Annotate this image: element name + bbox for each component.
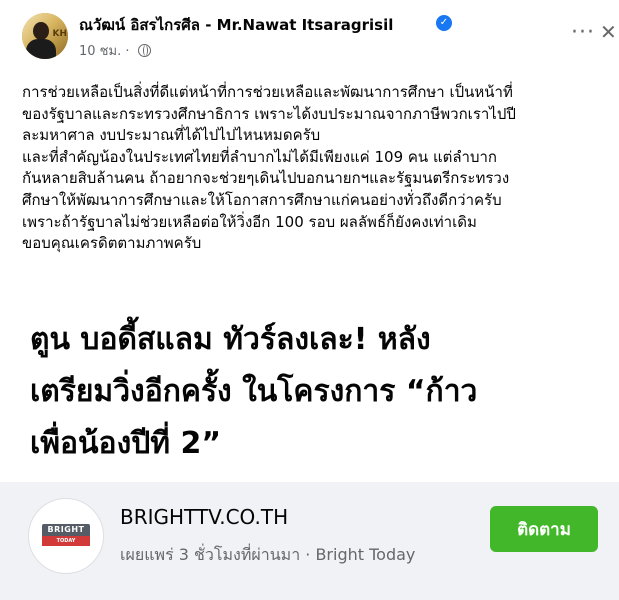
globe-icon [137,44,151,57]
avatar-head [33,22,49,40]
author-name[interactable]: ณวัฒน์ อิสรไกรศีล - Mr.Nawat Itsaragrisi… [79,13,393,37]
post-text: การช่วยเหลือเป็นสิ่งที่ดีแต่หน้าที่การช่… [22,82,612,255]
site-logo[interactable]: BRIGHT TODAY [28,498,104,574]
post-text-line: ละมหาศาล งบประมาณที่ได้ไปไปไหนหมดครับ [22,126,321,145]
headline-line: เตรียมวิ่งอีกครั้ง ในโครงการ “ก้าว [30,374,478,409]
link-preview[interactable]: ตูน บอดี้สแลม ทัวร์ลงเละ! หลัง เตรียมวิ่… [0,292,619,600]
post-meta: 10 ชม. · [79,40,151,61]
verified-badge-icon: ✓ [436,15,452,31]
meta-separator: · [125,44,134,59]
link-domain[interactable]: BRIGHTTV.CO.TH [120,505,288,529]
avatar-body [26,39,56,59]
link-image[interactable]: ตูน บอดี้สแลม ทัวร์ลงเละ! หลัง เตรียมวิ่… [0,292,619,482]
avatar-text: KH [52,29,67,39]
avatar[interactable]: KH [22,13,68,59]
follow-button[interactable]: ติดตาม [490,506,598,552]
headline-line: ตูน บอดี้สแลม ทัวร์ลงเละ! หลัง [30,322,431,357]
more-options-icon[interactable]: ··· [571,22,595,44]
post-text-line: และที่สำคัญน้องในประเทศไทยที่ลำบากไม่ได้… [22,147,497,166]
post-text-line: กันหลายสิบล้านคน ถ้าอยากจะช่วยๆเดินไปบอก… [22,169,510,188]
link-headline: ตูน บอดี้สแลม ทัวร์ลงเละ! หลัง เตรียมวิ่… [30,314,610,470]
post-time[interactable]: 10 ชม. [79,44,121,59]
close-icon[interactable]: ✕ [600,22,617,42]
logo-text-bottom: TODAY [42,536,90,546]
link-subline: เผยแพร่ 3 ชั่วโมงที่ผ่านมา · Bright Toda… [120,545,416,564]
site-logo-badge: BRIGHT TODAY [42,524,90,546]
post-text-line: ของรัฐบาลและกระทรวงศึกษาธิการ เพราะได้งบ… [22,104,516,123]
post-text-line: ขอบคุณเครดิตตามภาพครับ [22,234,202,253]
post-text-line: การช่วยเหลือเป็นสิ่งที่ดีแต่หน้าที่การช่… [22,83,513,101]
post-text-line: เพราะถ้ารัฐบาลไม่ช่วยเหลือต่อให้วิ่งอีก … [22,212,477,231]
logo-text-top: BRIGHT [47,525,85,534]
post-header: KH ณวัฒน์ อิสรไกรศีล - Mr.Nawat Itsaragr… [0,0,619,70]
post-text-line: ศึกษาให้พัฒนาการศึกษาและให้โอกาสการศึกษา… [22,190,502,209]
headline-line: เพื่อน้องปีที่ 2” [30,426,222,461]
